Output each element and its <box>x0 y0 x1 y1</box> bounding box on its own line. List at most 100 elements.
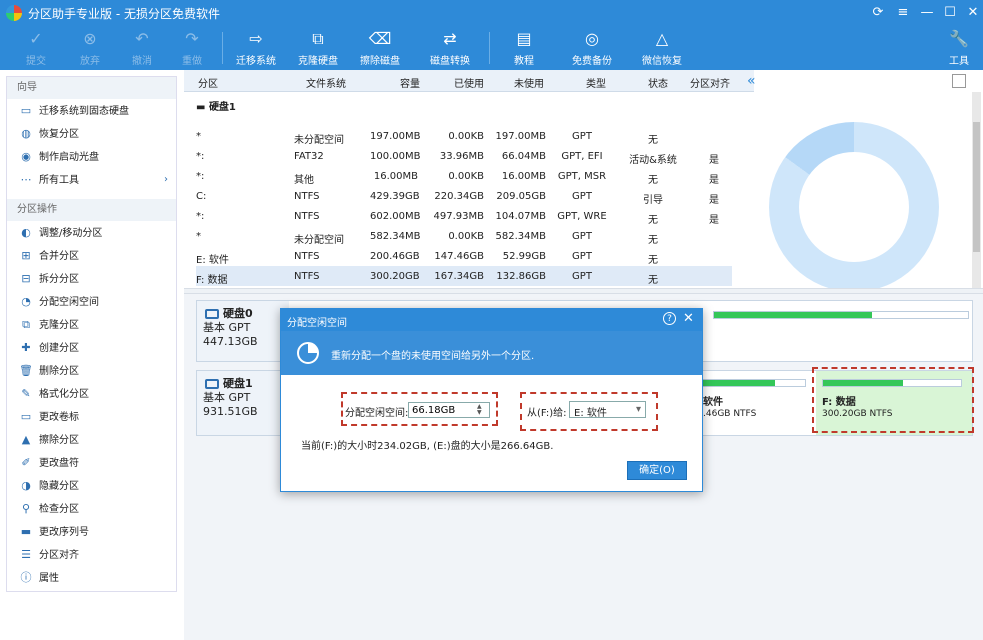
disk-icon <box>205 379 219 389</box>
redo-button[interactable]: ↷ 重做 <box>178 26 206 70</box>
col-free[interactable]: 未使用 <box>514 75 544 90</box>
app-logo-icon <box>6 5 22 21</box>
tutorial-button[interactable]: ▤ 教程 <box>510 26 538 70</box>
tools-button[interactable]: 🔧 工具 <box>946 26 972 70</box>
toolbar-divider <box>489 32 490 64</box>
discard-button[interactable]: ⊗ 放弃 <box>76 26 104 70</box>
table-row[interactable]: C: NTFS 429.39GB 220.34GB 209.05GB GPT 引导 是 <box>196 186 732 206</box>
table-row[interactable]: * 未分配空间 197.00MB 0.00KB 197.00MB GPT 无 <box>196 126 732 146</box>
disk-group-header: ▬ 硬盘1 <box>196 102 236 113</box>
refresh-icon[interactable]: ⟳ <box>868 4 888 22</box>
cell-part: E: 软件 <box>196 255 229 266</box>
wipe-disk-icon: ⌫ <box>368 29 392 48</box>
clone-disk-button[interactable]: ⧉ 克隆硬盘 <box>296 26 340 70</box>
col-status[interactable]: 状态 <box>648 75 668 90</box>
cell-part: *: <box>196 211 205 222</box>
sidebar-item-create[interactable]: ✚ 创建分区 <box>7 336 176 359</box>
cell-type: GPT, EFI <box>561 151 603 162</box>
double-chevron-left-icon[interactable]: « <box>747 73 756 89</box>
sidebar-item-clone[interactable]: ⧉ 克隆分区 <box>7 313 176 336</box>
serial-icon: ▬ <box>20 525 32 538</box>
menu-icon[interactable]: ≡ <box>893 4 913 22</box>
cell-free: 52.99GB <box>502 251 546 262</box>
cell-align: 是 <box>709 215 719 226</box>
cell-part: * <box>196 231 201 242</box>
sidebar-item-serial[interactable]: ▬ 更改序列号 <box>7 520 176 543</box>
cell-fs: FAT32 <box>294 151 324 162</box>
sidebar-item-make-bootable[interactable]: ◉ 制作启动光盘 <box>7 145 176 168</box>
table-row[interactable]: * 未分配空间 582.34MB 0.00KB 582.34MB GPT 无 <box>196 226 732 246</box>
minimize-icon[interactable]: — <box>917 4 937 22</box>
cell-cap: 582.34MB <box>370 231 421 242</box>
spin-arrows-icon[interactable]: ▲ ▼ <box>477 404 482 416</box>
check-icon: ⚲ <box>21 502 31 515</box>
help-icon[interactable]: ? <box>663 312 676 325</box>
col-type[interactable]: 类型 <box>586 75 606 90</box>
undo-button[interactable]: ↶ 撤消 <box>128 26 156 70</box>
dots-icon: ⋯ <box>20 173 32 186</box>
maximize-icon[interactable]: ☐ <box>940 4 960 22</box>
sidebar-item-merge[interactable]: ⊞ 合并分区 <box>7 244 176 267</box>
create-icon: ✚ <box>21 341 31 354</box>
sidebar-item-align[interactable]: ☰ 分区对齐 <box>7 543 176 566</box>
sidebar-item-delete[interactable]: 🗑 删除分区 <box>7 359 176 382</box>
wipe-disk-button[interactable]: ⌫ 擦除磁盘 <box>358 26 402 70</box>
sidebar-item-migrate-ssd[interactable]: ▭ 迁移系统到固态硬盘 <box>7 99 176 122</box>
free-backup-button[interactable]: ◎ 免费备份 <box>570 26 614 70</box>
cell-status: 无 <box>648 175 658 186</box>
view-toggle-icon[interactable] <box>952 74 966 88</box>
sidebar-item-check[interactable]: ⚲ 检查分区 <box>7 497 176 520</box>
table-row[interactable]: *: 其他 16.00MB 0.00KB 16.00MB GPT, MSR 无 是 <box>196 166 732 186</box>
sidebar-item-hide[interactable]: ◑ 隐藏分区 <box>7 474 176 497</box>
col-partition[interactable]: 分区 <box>198 75 218 90</box>
cell-part: *: <box>196 171 205 182</box>
partition-e-size: .46GB NTFS <box>703 409 757 419</box>
sidebar-item-allocate[interactable]: ◔ 分配空闲空间 <box>7 290 176 313</box>
migrate-os-button[interactable]: ⇨ 迁移系统 <box>234 26 278 70</box>
pie-icon <box>297 342 319 364</box>
sidebar-item-format[interactable]: ✎ 格式化分区 <box>7 382 176 405</box>
table-row[interactable]: *: FAT32 100.00MB 33.96MB 66.04MB GPT, EFI 活动&… <box>196 146 732 166</box>
table-row[interactable]: F: 数据 NTFS 300.20GB 167.34GB 132.86GB GPT 无 <box>196 266 732 286</box>
table-row[interactable]: E: 软件 NTFS 200.46GB 147.46GB 52.99GB GPT 无 <box>196 246 732 266</box>
sidebar-item-drive-letter[interactable]: ✐ 更改盘符 <box>7 451 176 474</box>
dialog-titlebar: 分配空闲空间 ? ✕ <box>281 309 702 331</box>
cell-type: GPT <box>572 251 592 262</box>
commit-button[interactable]: ✓ 提交 <box>22 26 50 70</box>
cell-fs: 未分配空间 <box>294 135 344 146</box>
sidebar-item-split[interactable]: ⊟ 拆分分区 <box>7 267 176 290</box>
vertical-scrollbar[interactable] <box>972 92 981 288</box>
table-row[interactable]: *: NTFS 602.00MB 497.93MB 104.07MB GPT, WRE 无 是 <box>196 206 732 226</box>
sidebar-item-properties[interactable]: ⓘ 属性 <box>7 566 176 589</box>
hide-icon: ◑ <box>21 479 31 492</box>
col-align[interactable]: 分区对齐 <box>690 75 730 90</box>
scrollbar-thumb[interactable] <box>973 122 980 252</box>
clone-icon: ⧉ <box>22 318 30 331</box>
sidebar-item-all-tools[interactable]: ⋯ 所有工具 › <box>7 168 176 191</box>
cell-cap: 429.39GB <box>370 191 420 202</box>
close-icon[interactable]: ✕ <box>963 4 983 22</box>
col-used[interactable]: 已使用 <box>454 75 484 90</box>
cell-part: *: <box>196 151 205 162</box>
partition-e-used <box>703 380 775 386</box>
convert-disk-button[interactable]: ⇄ 磁盘转换 <box>428 26 472 70</box>
disk-usage-donut <box>769 122 939 292</box>
sidebar-item-resize[interactable]: ◐ 调整/移动分区 <box>7 221 176 244</box>
close-icon[interactable]: ✕ <box>683 311 694 326</box>
sidebar-item-recover-partition[interactable]: ◍ 恢复分区 <box>7 122 176 145</box>
cell-status: 无 <box>648 255 658 266</box>
cell-fs: NTFS <box>294 191 320 202</box>
cell-free: 16.00MB <box>501 171 546 182</box>
from-partition-select[interactable]: E: 软件 ▾ <box>569 401 646 419</box>
dialog-description-band: 重新分配一个盘的未使用空间给另外一个分区. <box>281 331 702 375</box>
wechat-recovery-button[interactable]: △ 微信恢复 <box>640 26 684 70</box>
sidebar-item-label[interactable]: ▭ 更改卷标 <box>7 405 176 428</box>
cell-used: 0.00KB <box>448 171 484 182</box>
ok-button[interactable]: 确定(O) <box>627 461 687 480</box>
title-bar: 分区助手专业版 - 无损分区免费软件 ⟳ ≡ — ☐ ✕ <box>0 0 983 26</box>
sidebar-item-wipe[interactable]: ▲ 擦除分区 <box>7 428 176 451</box>
book-icon: ▤ <box>516 29 532 48</box>
col-filesystem[interactable]: 文件系统 <box>306 75 346 90</box>
col-capacity[interactable]: 容量 <box>400 75 420 90</box>
migrate-icon: ⇨ <box>249 29 263 48</box>
